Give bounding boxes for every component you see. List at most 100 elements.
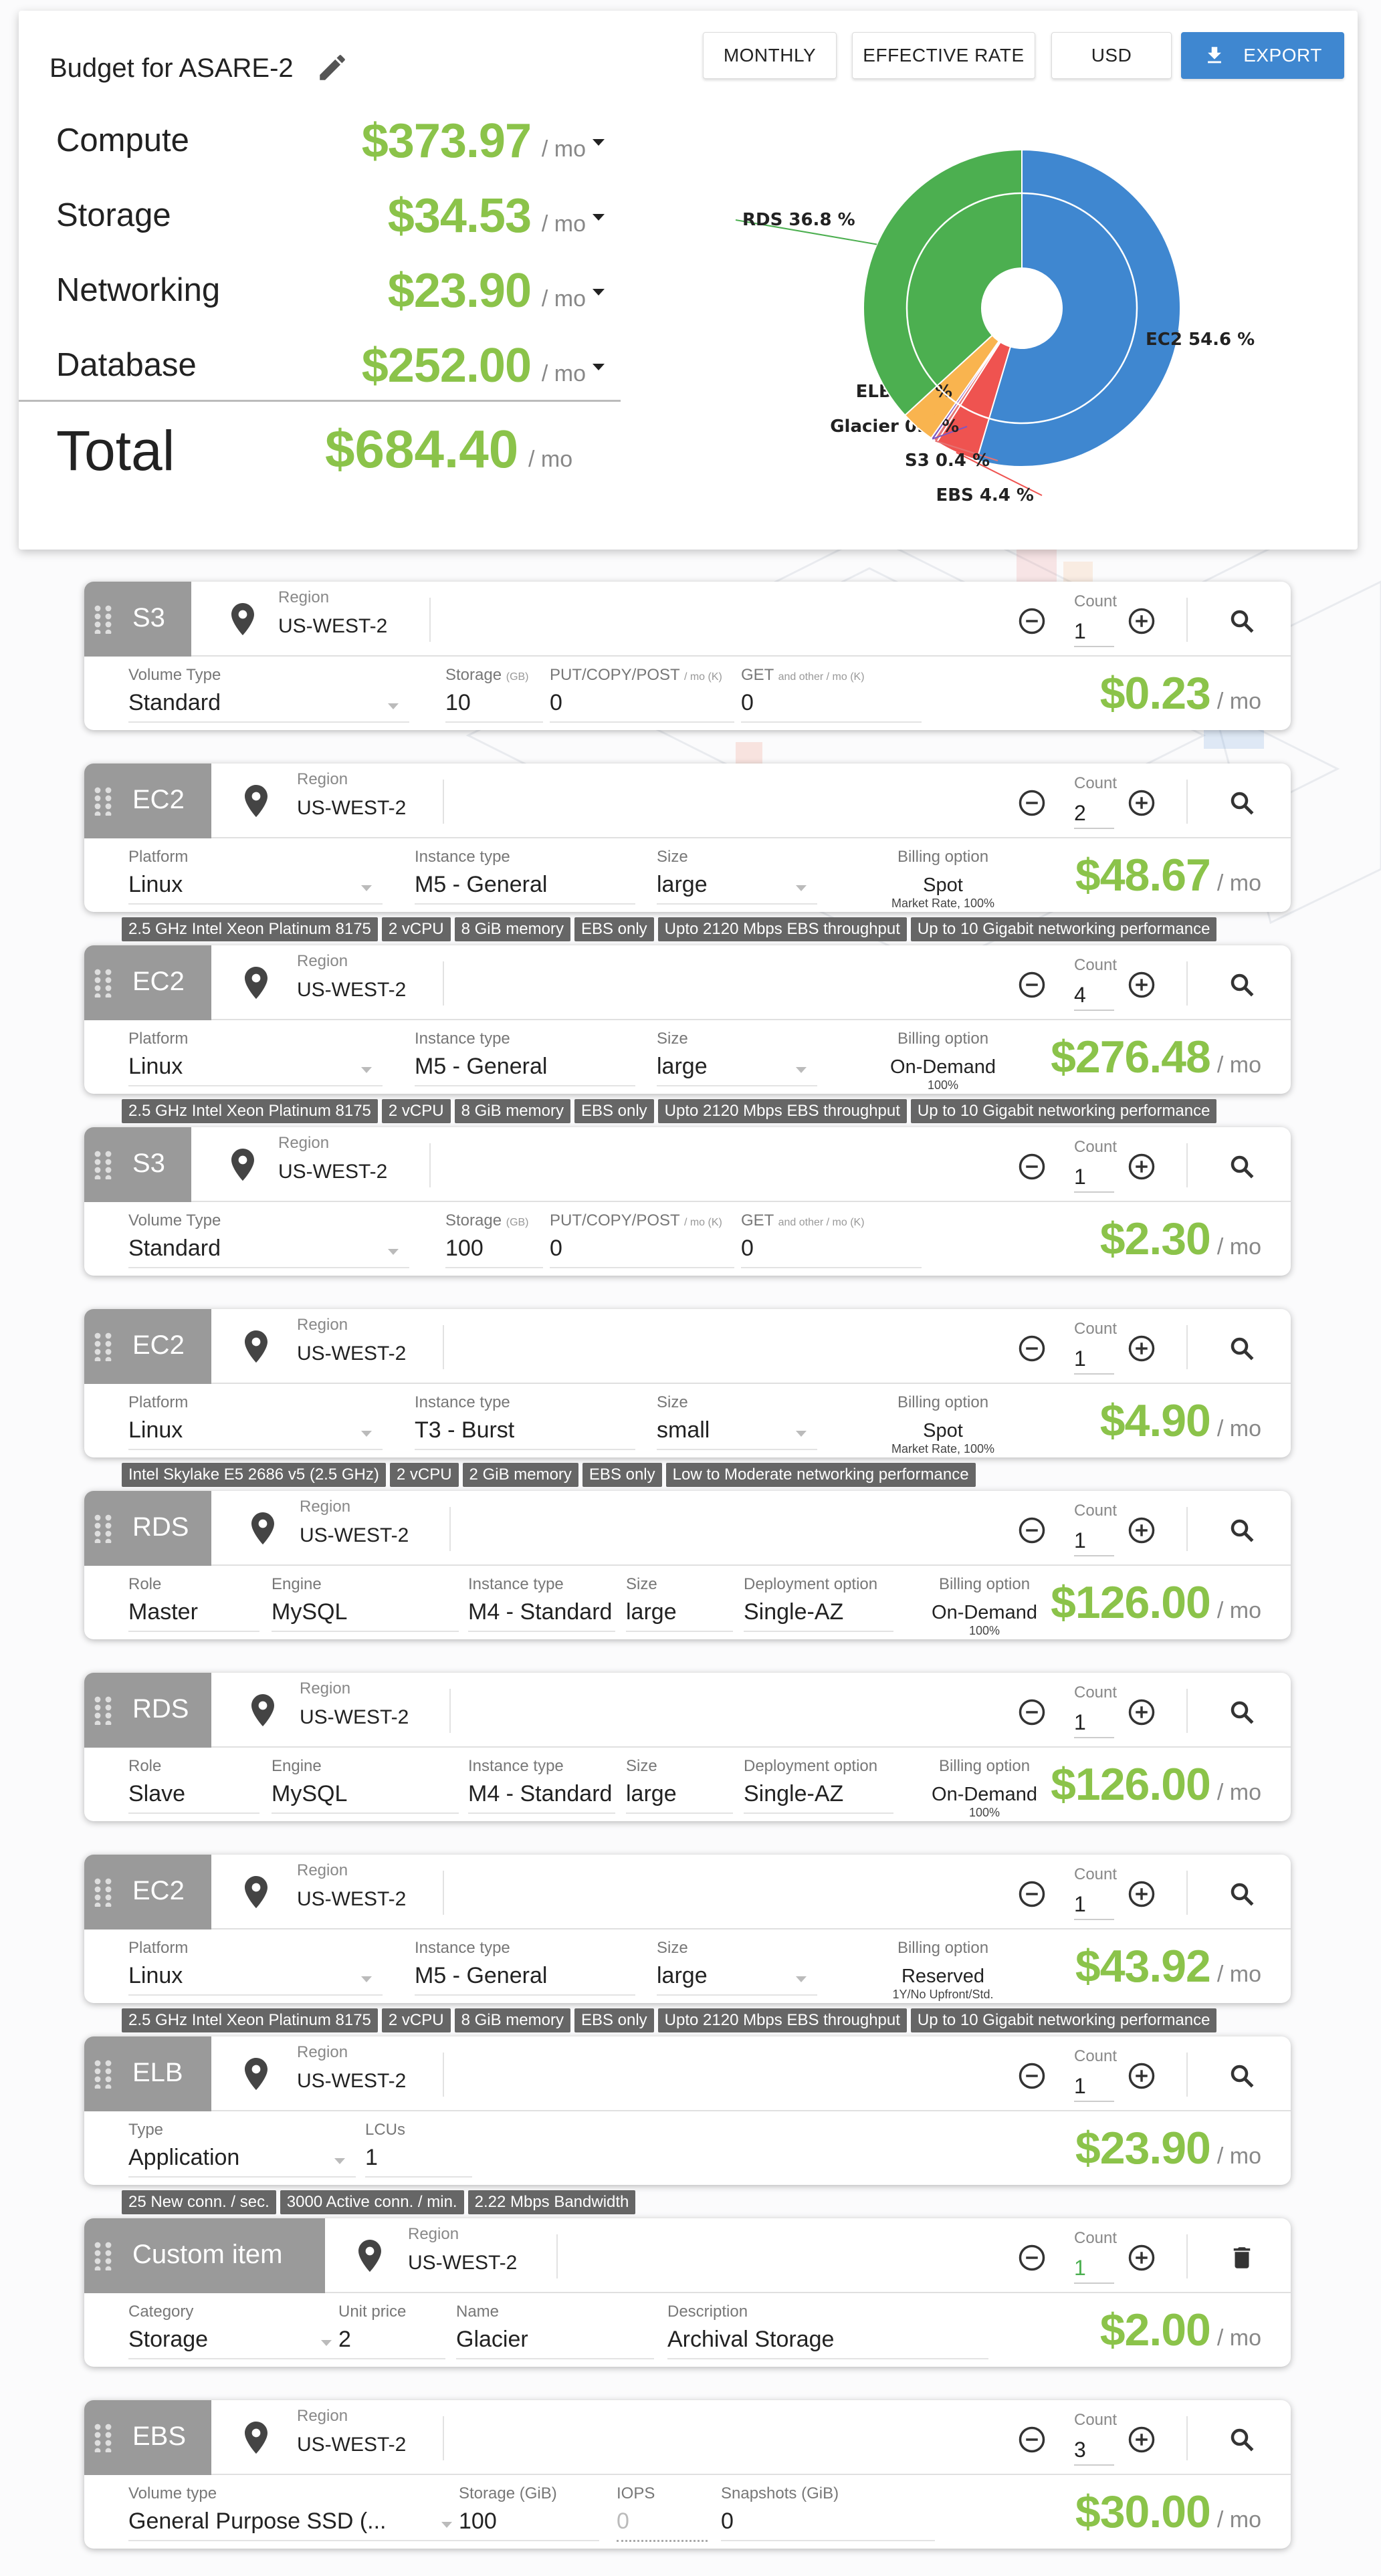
decrement-count-icon[interactable] (1018, 1153, 1046, 1181)
field-input[interactable]: Linux (128, 1963, 383, 1996)
count-input[interactable]: 1 (1074, 1346, 1114, 1375)
field-input[interactable]: small (657, 1417, 817, 1450)
item-type-tag[interactable]: EC2 (84, 764, 211, 838)
search-icon[interactable] (1228, 1516, 1256, 1544)
count-input[interactable]: 4 (1074, 983, 1114, 1011)
field-input[interactable]: MySQL (272, 1781, 459, 1814)
decrement-count-icon[interactable] (1018, 2244, 1046, 2272)
item-type-tag[interactable]: S3 (84, 1127, 191, 1202)
count-input[interactable]: 1 (1074, 2074, 1114, 2102)
field-input[interactable]: large (657, 1054, 817, 1086)
field-input[interactable]: 0 (741, 690, 922, 723)
region-value[interactable]: US-WEST-2 (278, 1161, 387, 1183)
increment-count-icon[interactable] (1128, 1880, 1156, 1908)
drag-handle-icon[interactable] (94, 1332, 112, 1363)
region-value[interactable]: US-WEST-2 (300, 1706, 409, 1729)
search-icon[interactable] (1228, 1334, 1256, 1363)
decrement-count-icon[interactable] (1018, 971, 1046, 999)
field-input[interactable]: M5 - General (415, 1054, 635, 1086)
item-type-tag[interactable]: EC2 (84, 945, 211, 1020)
decrement-count-icon[interactable] (1018, 1880, 1046, 1908)
field-input[interactable]: Glacier (456, 2327, 654, 2359)
field-input[interactable]: M5 - General (415, 872, 635, 905)
count-input[interactable]: 1 (1074, 1528, 1114, 1556)
region-value[interactable]: US-WEST-2 (408, 2252, 517, 2274)
field-input[interactable]: Linux (128, 872, 383, 905)
item-type-tag[interactable]: S3 (84, 582, 191, 657)
increment-count-icon[interactable] (1128, 789, 1156, 817)
increment-count-icon[interactable] (1128, 2426, 1156, 2454)
item-type-tag[interactable]: Custom item (84, 2218, 325, 2293)
search-icon[interactable] (1228, 971, 1256, 999)
field-input[interactable]: Slave (128, 1781, 259, 1814)
field-input[interactable]: 100 (459, 2508, 599, 2541)
field-input[interactable]: Single-AZ (744, 1781, 893, 1814)
field-input[interactable]: 10 (445, 690, 543, 723)
export-button[interactable]: EXPORT (1181, 32, 1344, 79)
field-input[interactable]: M4 - Standard (468, 1599, 615, 1632)
decrement-count-icon[interactable] (1018, 1698, 1046, 1726)
field-input[interactable]: 0 (550, 690, 734, 723)
count-input[interactable]: 2 (1074, 801, 1114, 829)
field-input[interactable]: T3 - Burst (415, 1417, 635, 1450)
drag-handle-icon[interactable] (94, 968, 112, 1000)
field-input[interactable]: General Purpose SSD (... (128, 2508, 463, 2541)
count-input[interactable]: 1 (1074, 1710, 1114, 1738)
search-icon[interactable] (1228, 1880, 1256, 1908)
increment-count-icon[interactable] (1128, 607, 1156, 635)
field-input[interactable]: Single-AZ (744, 1599, 893, 1632)
count-input[interactable]: 1 (1074, 1892, 1114, 1920)
field-input[interactable]: Storage (128, 2327, 342, 2359)
region-value[interactable]: US-WEST-2 (278, 615, 387, 638)
field-input[interactable]: 100 (445, 1236, 543, 1268)
field-input[interactable]: 2 (338, 2327, 445, 2359)
region-value[interactable]: US-WEST-2 (300, 1524, 409, 1547)
item-type-tag[interactable]: EC2 (84, 1855, 211, 1929)
item-type-tag[interactable]: EBS (84, 2400, 211, 2475)
drag-handle-icon[interactable] (94, 2423, 112, 2454)
drag-handle-icon[interactable] (94, 786, 112, 818)
increment-count-icon[interactable] (1128, 1334, 1156, 1363)
field-input[interactable]: Application (128, 2145, 356, 2178)
search-icon[interactable] (1228, 607, 1256, 635)
field-input[interactable]: large (657, 1963, 817, 1996)
decrement-count-icon[interactable] (1018, 1334, 1046, 1363)
caret-down-icon[interactable] (593, 289, 605, 296)
region-value[interactable]: US-WEST-2 (297, 1342, 406, 1365)
region-value[interactable]: US-WEST-2 (297, 979, 406, 1002)
field-input[interactable]: M4 - Standard (468, 1781, 615, 1814)
item-type-tag[interactable]: RDS (84, 1673, 211, 1748)
drag-handle-icon[interactable] (94, 604, 112, 636)
drag-handle-icon[interactable] (94, 1150, 112, 1181)
drag-handle-icon[interactable] (94, 1514, 112, 1545)
item-type-tag[interactable]: ELB (84, 2036, 211, 2111)
count-input[interactable]: 1 (1074, 619, 1114, 647)
field-input[interactable]: Linux (128, 1417, 383, 1450)
field-input[interactable]: MySQL (272, 1599, 459, 1632)
field-input[interactable]: large (626, 1781, 733, 1814)
drag-handle-icon[interactable] (94, 1695, 112, 1727)
drag-handle-icon[interactable] (94, 2241, 112, 2272)
count-input[interactable]: 3 (1074, 2438, 1114, 2466)
field-input[interactable]: 0 (617, 2508, 708, 2542)
increment-count-icon[interactable] (1128, 1153, 1156, 1181)
edit-pencil-icon[interactable] (316, 51, 349, 84)
increment-count-icon[interactable] (1128, 1516, 1156, 1544)
billing-option[interactable]: Billing option Spot Market Rate, 100% (869, 848, 1017, 911)
count-input[interactable]: 1 (1074, 2256, 1114, 2284)
caret-down-icon[interactable] (593, 214, 605, 221)
item-type-tag[interactable]: EC2 (84, 1309, 211, 1384)
region-value[interactable]: US-WEST-2 (297, 2070, 406, 2093)
field-input[interactable]: 0 (721, 2508, 935, 2541)
field-input[interactable]: 0 (550, 1236, 734, 1268)
billing-option[interactable]: Billing option Spot Market Rate, 100% (869, 1393, 1017, 1456)
field-input[interactable]: Standard (128, 1236, 409, 1268)
increment-count-icon[interactable] (1128, 2062, 1156, 2090)
region-value[interactable]: US-WEST-2 (297, 797, 406, 820)
billing-option[interactable]: Billing option On-Demand 100% (911, 1575, 1058, 1638)
billing-option[interactable]: Billing option On-Demand 100% (911, 1757, 1058, 1820)
decrement-count-icon[interactable] (1018, 2062, 1046, 2090)
search-icon[interactable] (1228, 2426, 1256, 2454)
increment-count-icon[interactable] (1128, 1698, 1156, 1726)
field-input[interactable]: 1 (365, 2145, 472, 2178)
